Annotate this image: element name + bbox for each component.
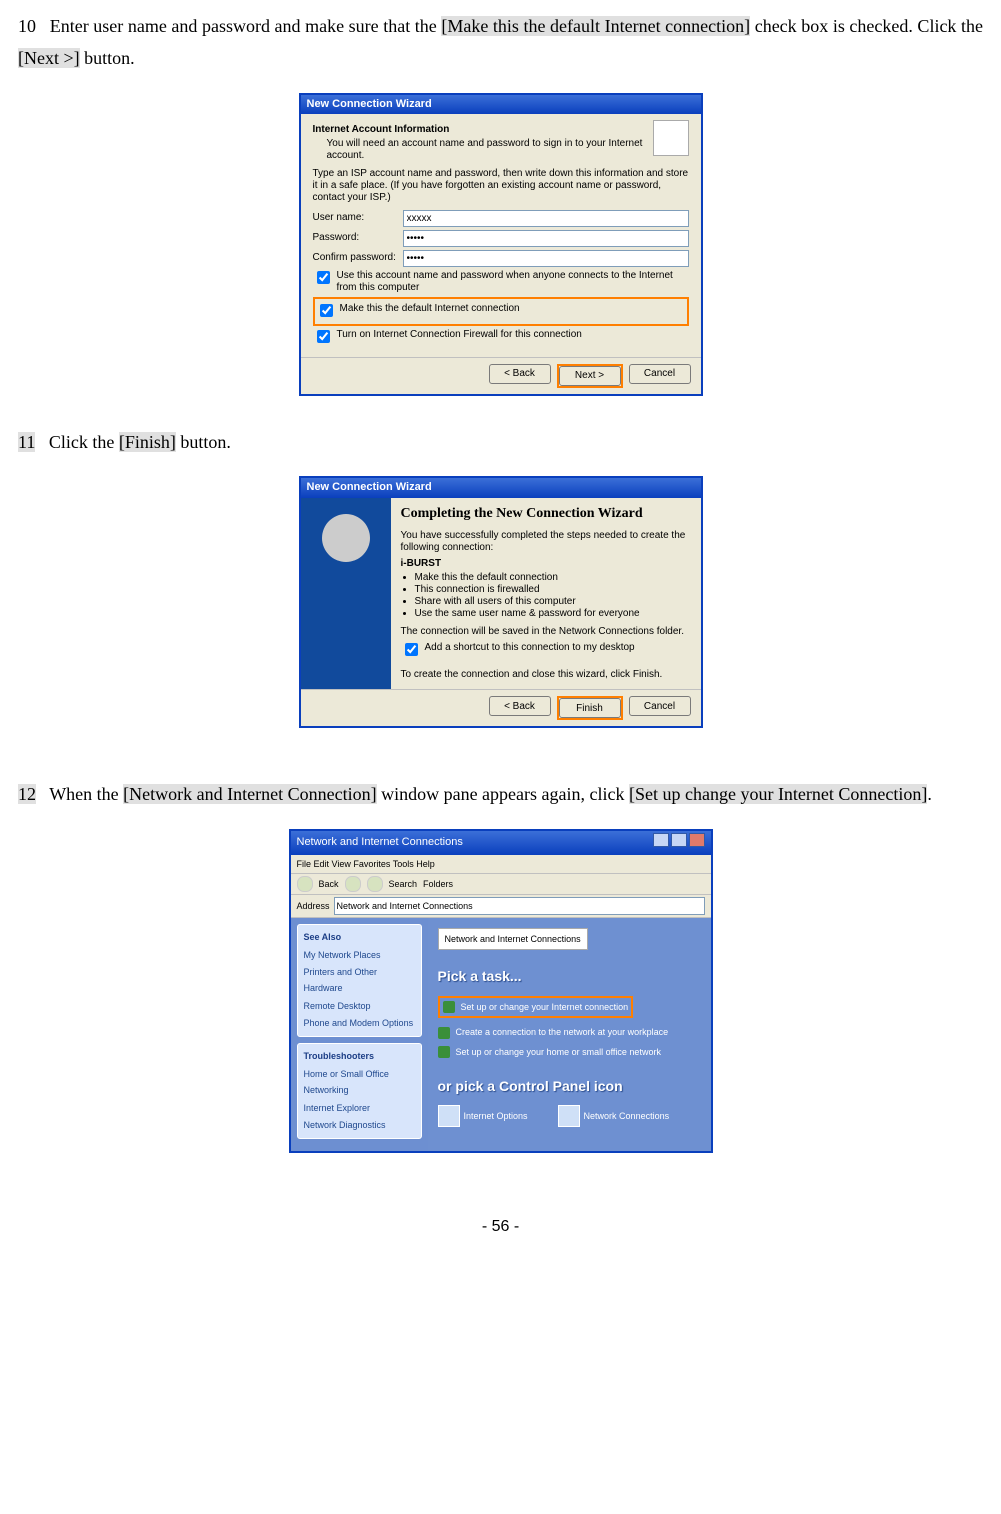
troubleshooter-link[interactable]: Internet Explorer (304, 1100, 415, 1116)
cp-menu-bar[interactable]: File Edit View Favorites Tools Help (291, 855, 711, 874)
step-11-text: 11 Click the [Finish] button. (18, 426, 983, 458)
input-confirm-password[interactable] (403, 250, 689, 267)
wizard-subheader: You will need an account name and passwo… (327, 138, 689, 162)
minimize-icon[interactable] (653, 833, 669, 847)
troubleshooter-link[interactable]: Network Diagnostics (304, 1117, 415, 1133)
internet-options-icon (438, 1105, 460, 1127)
maximize-icon[interactable] (671, 833, 687, 847)
wizard-complete-heading: Completing the New Connection Wizard (401, 506, 691, 523)
hl-make-default: [Make this the default Internet connecti… (441, 16, 750, 36)
cp-side-panel: See Also My Network Places Printers and … (291, 918, 428, 1151)
label-username: User name: (313, 212, 403, 224)
wizard-flag-icon (653, 120, 689, 156)
see-also-link[interactable]: Remote Desktop (304, 998, 415, 1014)
step-12-num: 12 (18, 784, 36, 804)
task-setup-home-network[interactable]: Set up or change your home or small offi… (438, 1044, 701, 1060)
back-button[interactable]: < Back (489, 364, 551, 384)
address-label: Address (297, 898, 330, 914)
forward-icon[interactable] (345, 876, 361, 892)
wizard-icon (322, 514, 370, 562)
step-10-num: 10 (18, 16, 36, 36)
pick-task-heading: Pick a task... (438, 964, 701, 989)
input-username[interactable] (403, 210, 689, 227)
checkbox-make-default[interactable] (320, 304, 333, 317)
see-also-link[interactable]: Phone and Modem Options (304, 1015, 415, 1031)
wizard-account-info-window: New Connection Wizard Internet Account I… (299, 93, 703, 396)
hl-setup-change-connection: [Set up change your Internet Connection] (629, 784, 927, 804)
cancel-button[interactable]: Cancel (629, 364, 691, 384)
task-arrow-icon (438, 1046, 450, 1058)
control-panel-window: Network and Internet Connections File Ed… (289, 829, 713, 1153)
task-setup-change-internet[interactable]: Set up or change your Internet connectio… (438, 996, 634, 1018)
input-password[interactable] (403, 230, 689, 247)
wizard-complete-window: New Connection Wizard Completing the New… (299, 476, 703, 728)
finish-button[interactable]: Finish (559, 698, 621, 718)
back-icon[interactable] (297, 876, 313, 892)
troubleshooters-heading: Troubleshooters (304, 1048, 415, 1064)
see-also-heading: See Also (304, 929, 415, 945)
troubleshooter-link[interactable]: Home or Small Office Networking (304, 1066, 415, 1098)
step-12-text: 12 When the [Network and Internet Connec… (18, 778, 983, 810)
next-button[interactable]: Next > (559, 366, 621, 386)
back-button[interactable]: < Back (489, 696, 551, 716)
label-confirm-password: Confirm password: (313, 252, 403, 264)
window-title: New Connection Wizard (301, 95, 701, 114)
pick-icon-heading: or pick a Control Panel icon (438, 1074, 701, 1099)
checkbox-add-shortcut[interactable] (405, 643, 418, 656)
see-also-link[interactable]: Printers and Other Hardware (304, 964, 415, 996)
window-title: New Connection Wizard (301, 478, 701, 497)
checkbox-use-account[interactable] (317, 271, 330, 284)
checkbox-firewall[interactable] (317, 330, 330, 343)
connection-attributes-list: Make this the default connection This co… (415, 572, 691, 620)
hl-finish: [Finish] (119, 432, 176, 452)
address-input[interactable] (334, 897, 705, 915)
hl-network-internet-connection: [Network and Internet Connection] (123, 784, 376, 804)
wizard-note: Type an ISP account name and password, t… (313, 168, 689, 204)
label-password: Password: (313, 232, 403, 244)
cp-icon-internet-options[interactable]: Internet Options (438, 1105, 528, 1127)
hl-next: [Next >] (18, 48, 80, 68)
task-arrow-icon (443, 1001, 455, 1013)
step-10-text: 10 Enter user name and password and make… (18, 10, 983, 75)
task-create-workplace-connection[interactable]: Create a connection to the network at yo… (438, 1024, 701, 1040)
cp-breadcrumb: Network and Internet Connections (438, 928, 588, 950)
task-arrow-icon (438, 1027, 450, 1039)
cp-icon-network-connections[interactable]: Network Connections (558, 1105, 670, 1127)
cp-toolbar: Back Search Folders (291, 874, 711, 895)
up-icon[interactable] (367, 876, 383, 892)
see-also-link[interactable]: My Network Places (304, 947, 415, 963)
network-connections-icon (558, 1105, 580, 1127)
connection-name: i-BURST (401, 558, 691, 570)
wizard-side-banner (301, 498, 391, 690)
step-11-num: 11 (18, 432, 35, 452)
close-icon[interactable] (689, 833, 705, 847)
cancel-button[interactable]: Cancel (629, 696, 691, 716)
cp-title: Network and Internet Connections (297, 833, 463, 853)
cp-content-area: Network and Internet Connections Pick a … (428, 918, 711, 1151)
wizard-header: Internet Account Information (313, 124, 689, 136)
page-number: - 56 - (18, 1213, 983, 1242)
